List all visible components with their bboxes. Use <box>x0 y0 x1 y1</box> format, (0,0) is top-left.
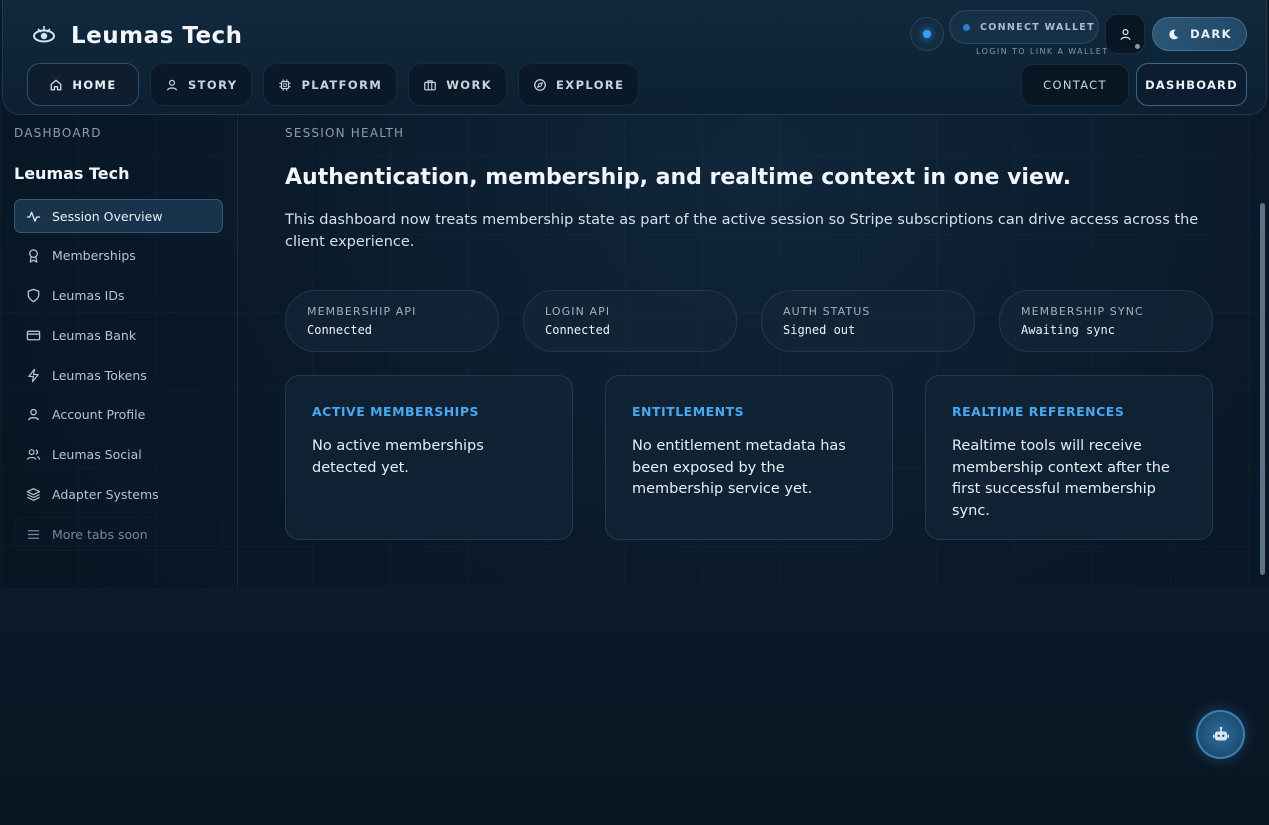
sidebar-item-adapter-systems[interactable]: Adapter Systems <box>14 478 223 512</box>
page-footer-area <box>0 588 1269 825</box>
sidebar-item-label: Adapter Systems <box>52 487 159 503</box>
bolt-icon <box>28 368 39 382</box>
user-icon <box>166 79 178 91</box>
sidebar-item-leumas-bank[interactable]: Leumas Bank <box>14 318 223 352</box>
card-text: No active memberships detected yet. <box>312 438 484 476</box>
credit-card-icon <box>26 330 41 341</box>
connect-wallet-label: CONNECT WALLET <box>980 21 1095 33</box>
wallet-hint: LOGIN TO LINK A WALLET <box>976 47 1109 56</box>
card-text: No entitlement metadata has been exposed… <box>632 438 846 497</box>
status-label: LOGIN API <box>545 305 611 318</box>
status-label: AUTH STATUS <box>783 305 871 318</box>
card-realtime-references: REALTIME REFERENCES Realtime tools will … <box>925 375 1213 540</box>
sidebar-item-label: More tabs soon <box>52 526 148 542</box>
nav-home-label: HOME <box>72 77 117 92</box>
connection-status-indicator[interactable] <box>910 17 944 51</box>
account-button[interactable] <box>1105 14 1145 54</box>
status-dot-icon <box>923 30 931 38</box>
robot-icon <box>1212 726 1229 740</box>
sidebar-item-more-tabs: More tabs soon <box>14 517 223 552</box>
sidebar-item-label: Leumas Social <box>52 447 142 463</box>
nav-platform-label: PLATFORM <box>301 77 383 92</box>
status-label: MEMBERSHIP SYNC <box>1021 305 1144 318</box>
shield-icon <box>27 288 40 303</box>
sidebar-title: Leumas Tech <box>14 164 130 183</box>
scrollbar-thumb[interactable] <box>1260 203 1265 575</box>
sidebar-item-label: Session Overview <box>52 208 163 224</box>
sidebar: DASHBOARD Leumas Tech Session Overview M… <box>0 115 238 588</box>
page-description: This dashboard now treats membership sta… <box>285 212 1199 250</box>
theme-toggle-button[interactable]: DARK <box>1152 17 1247 51</box>
brand-logo-icon <box>33 26 55 43</box>
brand-name: Leumas Tech <box>71 23 243 49</box>
sidebar-item-leumas-social[interactable]: Leumas Social <box>14 438 223 472</box>
user-icon <box>27 409 40 421</box>
nav-work-label: WORK <box>446 77 493 92</box>
status-auth: AUTH STATUS Signed out <box>761 290 975 352</box>
theme-toggle-label: DARK <box>1190 27 1232 41</box>
chip-icon <box>279 78 292 91</box>
home-icon <box>50 79 62 90</box>
contact-button[interactable]: CONTACT <box>1021 64 1129 106</box>
sidebar-item-account-profile[interactable]: Account Profile <box>14 398 223 432</box>
layers-icon <box>26 488 41 501</box>
menu-icon <box>27 529 40 539</box>
nav-explore-label: EXPLORE <box>556 77 625 92</box>
card-title: ACTIVE MEMBERSHIPS <box>312 404 479 419</box>
assistant-chat-button[interactable] <box>1196 710 1245 759</box>
nav-platform[interactable]: PLATFORM <box>263 63 398 106</box>
nav-story[interactable]: STORY <box>150 63 253 106</box>
sidebar-item-label: Leumas Tokens <box>52 367 147 383</box>
user-icon <box>1119 28 1131 40</box>
card-entitlements: ENTITLEMENTS No entitlement metadata has… <box>605 375 893 540</box>
status-value: Connected <box>307 323 373 337</box>
sidebar-item-leumas-tokens[interactable]: Leumas Tokens <box>14 358 223 392</box>
users-icon <box>26 449 41 461</box>
activity-icon <box>26 211 41 222</box>
moon-icon <box>1169 29 1179 39</box>
nav-home[interactable]: HOME <box>27 63 139 106</box>
sidebar-item-label: Leumas Bank <box>52 327 137 343</box>
status-membership-api: MEMBERSHIP API Connected <box>285 290 499 352</box>
status-value: Awaiting sync <box>1021 323 1115 337</box>
page-title: Authentication, membership, and realtime… <box>285 165 1072 190</box>
nav-explore[interactable]: EXPLORE <box>518 63 640 106</box>
sidebar-list: Session Overview Memberships Leumas IDs … <box>14 199 223 557</box>
sidebar-item-memberships[interactable]: Memberships <box>14 239 223 273</box>
top-header: Leumas Tech HOME STORY PLATFORM WORK EXP… <box>2 0 1267 115</box>
card-active-memberships: ACTIVE MEMBERSHIPS No active memberships… <box>285 375 573 540</box>
status-value: Signed out <box>783 323 856 337</box>
nav-story-label: STORY <box>188 77 238 92</box>
card-text: Realtime tools will receive membership c… <box>952 438 1170 519</box>
status-value: Connected <box>545 323 611 337</box>
compass-icon <box>534 78 546 91</box>
connect-wallet-button[interactable]: CONNECT WALLET <box>949 10 1099 44</box>
status-login-api: LOGIN API Connected <box>523 290 737 352</box>
sidebar-item-session-overview[interactable]: Session Overview <box>14 199 223 233</box>
nav-work[interactable]: WORK <box>408 63 508 106</box>
sidebar-item-label: Account Profile <box>52 407 146 423</box>
content-scrollbar[interactable] <box>1259 115 1266 588</box>
main-nav: HOME STORY PLATFORM WORK EXPLORE <box>27 63 640 106</box>
award-icon <box>29 249 38 263</box>
status-membership-sync: MEMBERSHIP SYNC Awaiting sync <box>999 290 1213 352</box>
dashboard-button[interactable]: DASHBOARD <box>1136 63 1247 106</box>
account-status-badge <box>1134 43 1141 50</box>
status-label: MEMBERSHIP API <box>307 305 417 318</box>
sidebar-eyebrow: DASHBOARD <box>14 126 102 140</box>
briefcase-icon <box>424 79 437 90</box>
sidebar-item-label: Memberships <box>52 248 136 264</box>
info-cards: ACTIVE MEMBERSHIPS No active memberships… <box>285 375 1213 540</box>
card-title: ENTITLEMENTS <box>632 404 745 419</box>
sidebar-item-label: Leumas IDs <box>52 288 125 304</box>
sidebar-item-leumas-ids[interactable]: Leumas IDs <box>14 279 223 313</box>
wallet-status-dot-icon <box>963 23 970 31</box>
status-pills: MEMBERSHIP API Connected LOGIN API Conne… <box>285 290 1213 352</box>
card-title: REALTIME REFERENCES <box>952 404 1125 419</box>
brand[interactable]: Leumas Tech <box>31 20 243 52</box>
section-eyebrow: SESSION HEALTH <box>285 126 405 140</box>
